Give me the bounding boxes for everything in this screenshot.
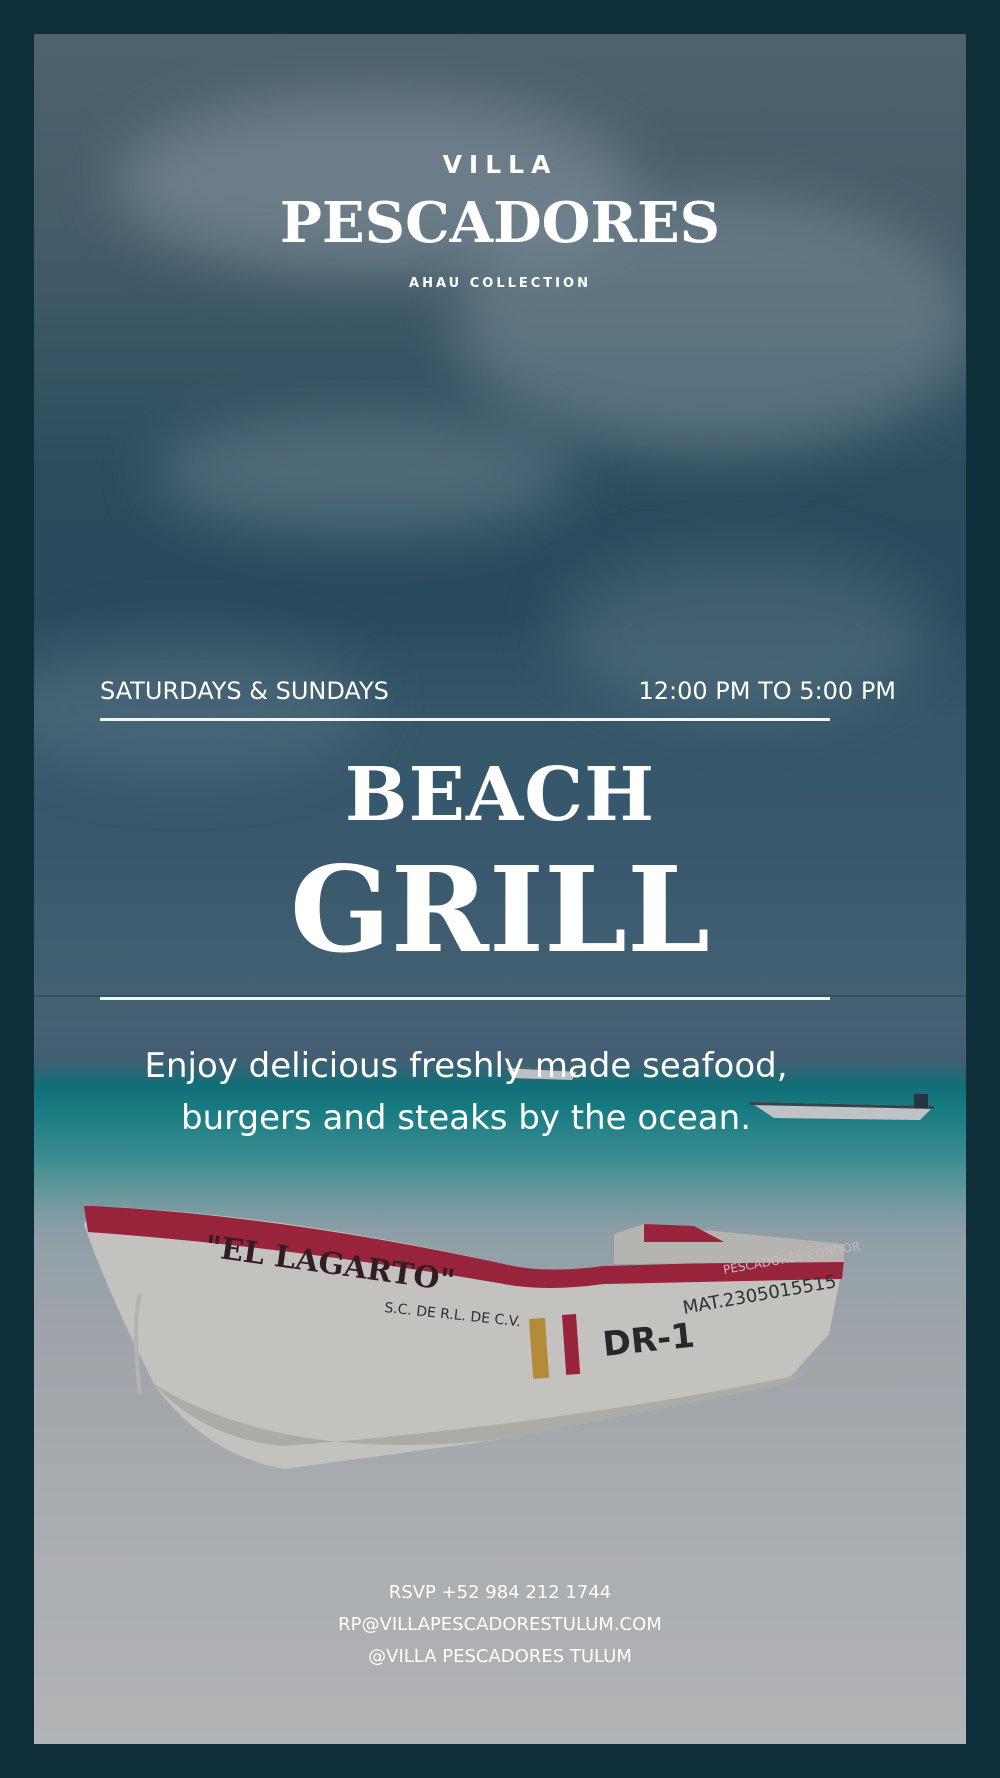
title-grill: GRILL: [290, 840, 710, 979]
divider-top: [100, 718, 830, 721]
brand-pescadores: PESCADORES: [279, 190, 721, 256]
rsvp-phone: RSVP +52 984 212 1744: [388, 1582, 612, 1603]
description: Enjoy delicious freshly made seafood, bu…: [90, 1040, 842, 1144]
brand-villa: VILLA: [442, 150, 558, 179]
social-handle: @VILLA PESCADORES TULUM: [368, 1646, 632, 1667]
contact-email: RP@VILLAPESCADORESTULUM.COM: [338, 1614, 662, 1635]
schedule-hours: 12:00 PM TO 5:00 PM: [638, 677, 896, 705]
title-beach: BEACH: [344, 752, 656, 838]
schedule-days: SATURDAYS & SUNDAYS: [100, 677, 389, 705]
brand-collection: AHAU COLLECTION: [409, 276, 591, 291]
divider-bottom: [100, 997, 830, 1000]
description-line-2: burgers and steaks by the ocean.: [180, 1098, 751, 1138]
poster-frame: "EL LAGARTO" S.C. DE R.L. DE C.V. MAT.23…: [0, 0, 1000, 1778]
description-line-1: Enjoy delicious freshly made seafood,: [144, 1046, 788, 1086]
